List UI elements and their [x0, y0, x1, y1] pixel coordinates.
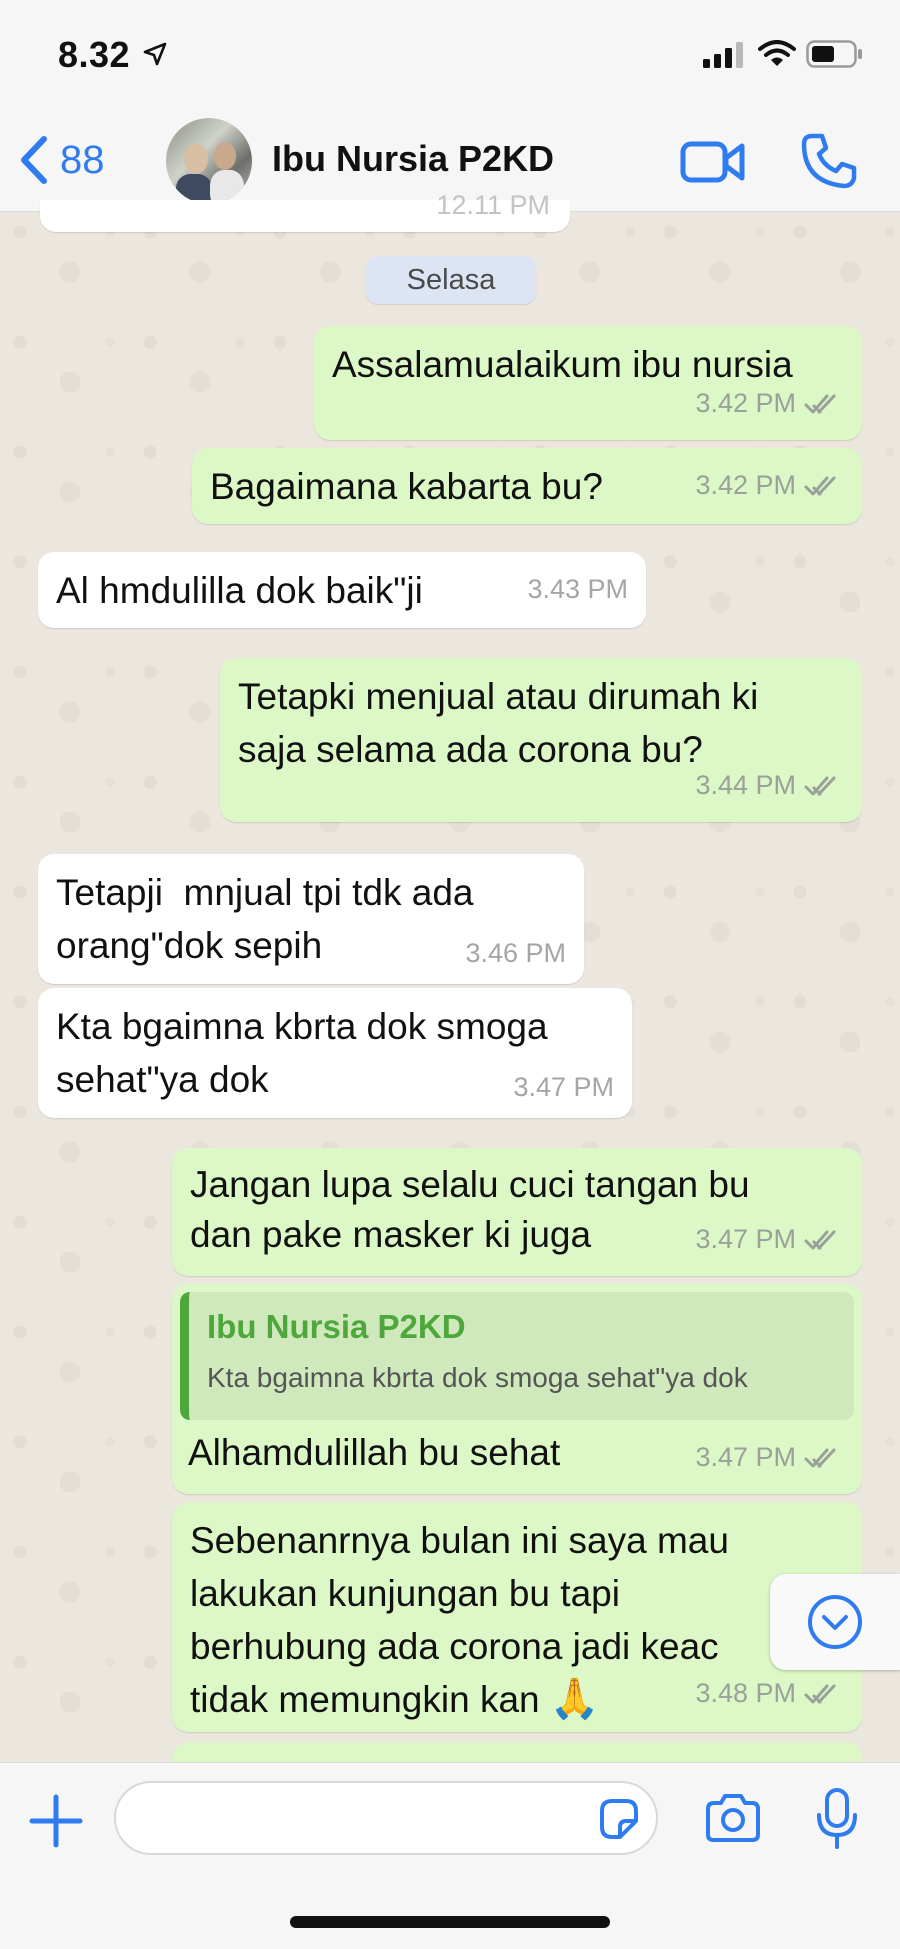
- back-button[interactable]: 88: [18, 132, 128, 188]
- quoted-sender: Ibu Nursia P2KD: [207, 1308, 466, 1345]
- scroll-to-bottom-button[interactable]: [770, 1574, 900, 1670]
- signal-icon: [703, 42, 743, 68]
- folded-hands-emoji: 🙏: [549, 1677, 600, 1721]
- status-time: 8.32: [58, 34, 131, 75]
- message-time: 3.44 PM: [695, 770, 796, 800]
- double-check-icon: [804, 1448, 836, 1467]
- message-text: Tetapki menjual atau dirumah ki: [238, 676, 759, 717]
- video-call-icon[interactable]: [680, 134, 746, 190]
- location-arrow-icon: [143, 42, 167, 66]
- quoted-text: Kta bgaimna kbrta dok smoga sehat"ya dok: [207, 1362, 748, 1393]
- message-text: Tetapji mnjual tpi tdk ada: [56, 872, 474, 913]
- contact-name[interactable]: Ibu Nursia P2KD: [272, 138, 554, 180]
- message-time: 3.42 PM: [695, 388, 796, 418]
- chevron-down-circle-icon: [808, 1595, 862, 1649]
- double-check-icon: [804, 1684, 836, 1703]
- message-text: Kta bgaimna kbrta dok smoga: [56, 1006, 548, 1047]
- battery-icon: [806, 40, 862, 68]
- date-separator: Selasa: [366, 256, 536, 304]
- message-bubble[interactable]: Assalamualaikum ibu nursia 3.42 PM: [314, 326, 862, 440]
- message-bubble[interactable]: Tetapji mnjual tpi tdk ada orang"dok sep…: [38, 854, 584, 984]
- message-time: 3.47 PM: [695, 1224, 796, 1254]
- message-text: Bagaimana kabarta bu?: [210, 466, 603, 507]
- message-text: Alhamdulillah bu sehat: [188, 1432, 561, 1473]
- double-check-icon: [804, 776, 836, 795]
- unread-count: 88: [60, 137, 105, 182]
- message-bubble[interactable]: Sebenanrnya bulan ini saya mau lakukan k…: [172, 1502, 862, 1732]
- message-bubble[interactable]: Tetapki menjual atau dirumah ki saja sel…: [220, 658, 862, 822]
- home-indicator: [290, 1916, 610, 1928]
- message-text: lakukan kunjungan bu tapi: [190, 1573, 620, 1614]
- double-check-icon: [804, 476, 836, 495]
- message-text: Al hmdulilla dok baik"ji: [56, 570, 423, 611]
- message-time: 3.47 PM: [695, 1442, 796, 1472]
- camera-icon[interactable]: [704, 1793, 762, 1843]
- message-time: 3.42 PM: [695, 470, 796, 500]
- message-text: tidak memungkin kan: [190, 1679, 540, 1720]
- double-check-icon: [804, 394, 836, 413]
- message-time: 12.11 PM: [436, 190, 550, 220]
- message-text: Jangan lupa selalu cuci tangan bu: [190, 1164, 750, 1205]
- message-time: 3.46 PM: [465, 938, 566, 968]
- message-time: 3.47 PM: [513, 1072, 614, 1102]
- microphone-icon[interactable]: [814, 1787, 860, 1851]
- message-time: 3.43 PM: [527, 574, 628, 604]
- message-time: 3.48 PM: [695, 1678, 796, 1708]
- phone-call-icon[interactable]: [800, 132, 858, 190]
- message-text: berhubung ada corona jadi keac: [190, 1626, 719, 1667]
- message-bubble[interactable]: Al hmdulilla dok baik"ji 3.43 PM: [38, 552, 646, 628]
- double-check-icon: [804, 1230, 836, 1249]
- back-chevron-icon: [21, 136, 47, 184]
- message-input[interactable]: [114, 1781, 658, 1855]
- plus-icon[interactable]: [28, 1793, 84, 1849]
- message-input-bar: [0, 1762, 900, 1949]
- previous-message: 12.11 PM: [40, 190, 570, 232]
- wifi-icon: [758, 40, 796, 66]
- contact-avatar[interactable]: [166, 118, 252, 204]
- message-bubble[interactable]: Kta bgaimna kbrta dok smoga sehat"ya dok…: [38, 988, 632, 1118]
- message-bubble[interactable]: Jangan lupa selalu cuci tangan bu dan pa…: [172, 1148, 862, 1276]
- message-bubble[interactable]: Bagaimana kabarta bu? 3.42 PM: [192, 448, 862, 524]
- message-bubble[interactable]: Ibu Nursia P2KD Kta bgaimna kbrta dok sm…: [172, 1284, 862, 1494]
- message-text: Sebenanrnya bulan ini saya mau: [190, 1520, 729, 1561]
- status-bar: 8.32: [0, 0, 900, 110]
- sticker-icon[interactable]: [596, 1797, 640, 1841]
- quoted-message[interactable]: Ibu Nursia P2KD Kta bgaimna kbrta dok sm…: [180, 1292, 854, 1420]
